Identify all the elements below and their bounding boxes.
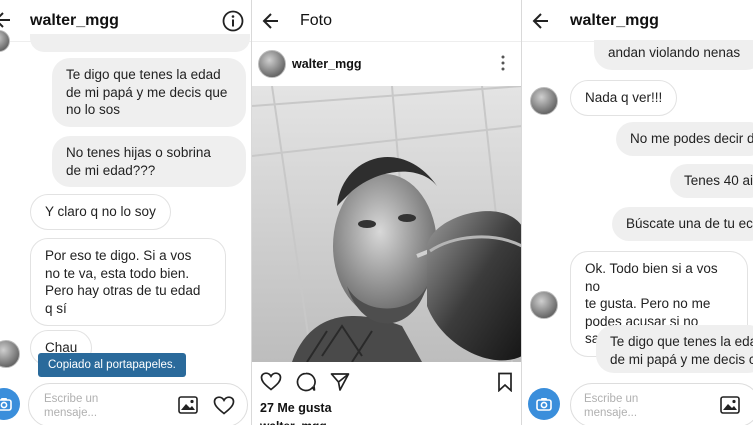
avatar[interactable]: [258, 50, 286, 78]
message-bubble[interactable]: Y claro q no lo soy: [30, 194, 171, 230]
message-bubble[interactable]: No me podes decir d: [616, 122, 753, 156]
back-arrow-icon[interactable]: [262, 12, 278, 30]
message-bubble[interactable]: andan violando nenas: [594, 40, 753, 70]
photo-header: Foto: [252, 0, 522, 42]
post-username[interactable]: walter_mgg: [292, 57, 361, 71]
likes-count[interactable]: 27 Me gusta: [260, 401, 332, 415]
message-bubble[interactable]: Por eso te digo. Si a vos no te va, esta…: [30, 238, 226, 327]
back-arrow-icon[interactable]: [532, 12, 548, 30]
message-bubble[interactable]: Nada q ver!!!: [570, 80, 678, 116]
more-icon[interactable]: [500, 54, 506, 72]
message-fragment: [30, 34, 250, 52]
chat-username[interactable]: walter_mgg: [30, 12, 119, 30]
chat-username[interactable]: walter_mgg: [570, 12, 659, 30]
share-icon[interactable]: [330, 372, 350, 392]
left-chat-panel: walter_mgg Te digo que tenes la edad de …: [0, 0, 252, 425]
gallery-icon[interactable]: [720, 396, 740, 414]
camera-button[interactable]: [528, 388, 560, 420]
caption-username[interactable]: walter_mgg: [260, 419, 327, 425]
avatar: [530, 291, 558, 319]
info-icon[interactable]: [222, 10, 244, 32]
camera-icon: [536, 398, 552, 411]
gallery-icon[interactable]: [178, 396, 198, 414]
photo-panel: Foto walter_mgg 27 Me gusta: [252, 0, 522, 425]
message-bubble[interactable]: Tenes 40 ai: [670, 164, 753, 198]
message-bubble[interactable]: Te digo que tenes la eda de mi papá y me…: [596, 325, 753, 373]
message-bubble[interactable]: Te digo que tenes la edad de mi papá y m…: [52, 58, 246, 127]
avatar: [530, 87, 558, 115]
comment-icon[interactable]: [296, 372, 316, 392]
camera-button[interactable]: [0, 388, 20, 420]
right-chat-panel: walter_mgg andan violando nenas Nada q v…: [522, 0, 753, 425]
message-input[interactable]: Escribe un mensaje...: [44, 392, 98, 421]
message-bubble[interactable]: No tenes hijas o sobrina de mi edad???: [52, 136, 246, 188]
message-bubble[interactable]: Búscate una de tu ec: [612, 207, 753, 241]
copied-toast: Copiado al portapapeles.: [38, 353, 186, 377]
right-chat-header: walter_mgg: [522, 0, 753, 42]
back-arrow-icon[interactable]: [0, 11, 10, 29]
message-input[interactable]: Escribe un mensaje...: [584, 392, 638, 421]
page-title: Foto: [300, 12, 333, 29]
bookmark-icon[interactable]: [497, 372, 513, 392]
heart-icon[interactable]: [260, 372, 282, 391]
camera-icon: [0, 398, 12, 411]
post-photo[interactable]: [252, 86, 522, 362]
avatar: [0, 340, 20, 368]
heart-icon[interactable]: [213, 396, 235, 415]
